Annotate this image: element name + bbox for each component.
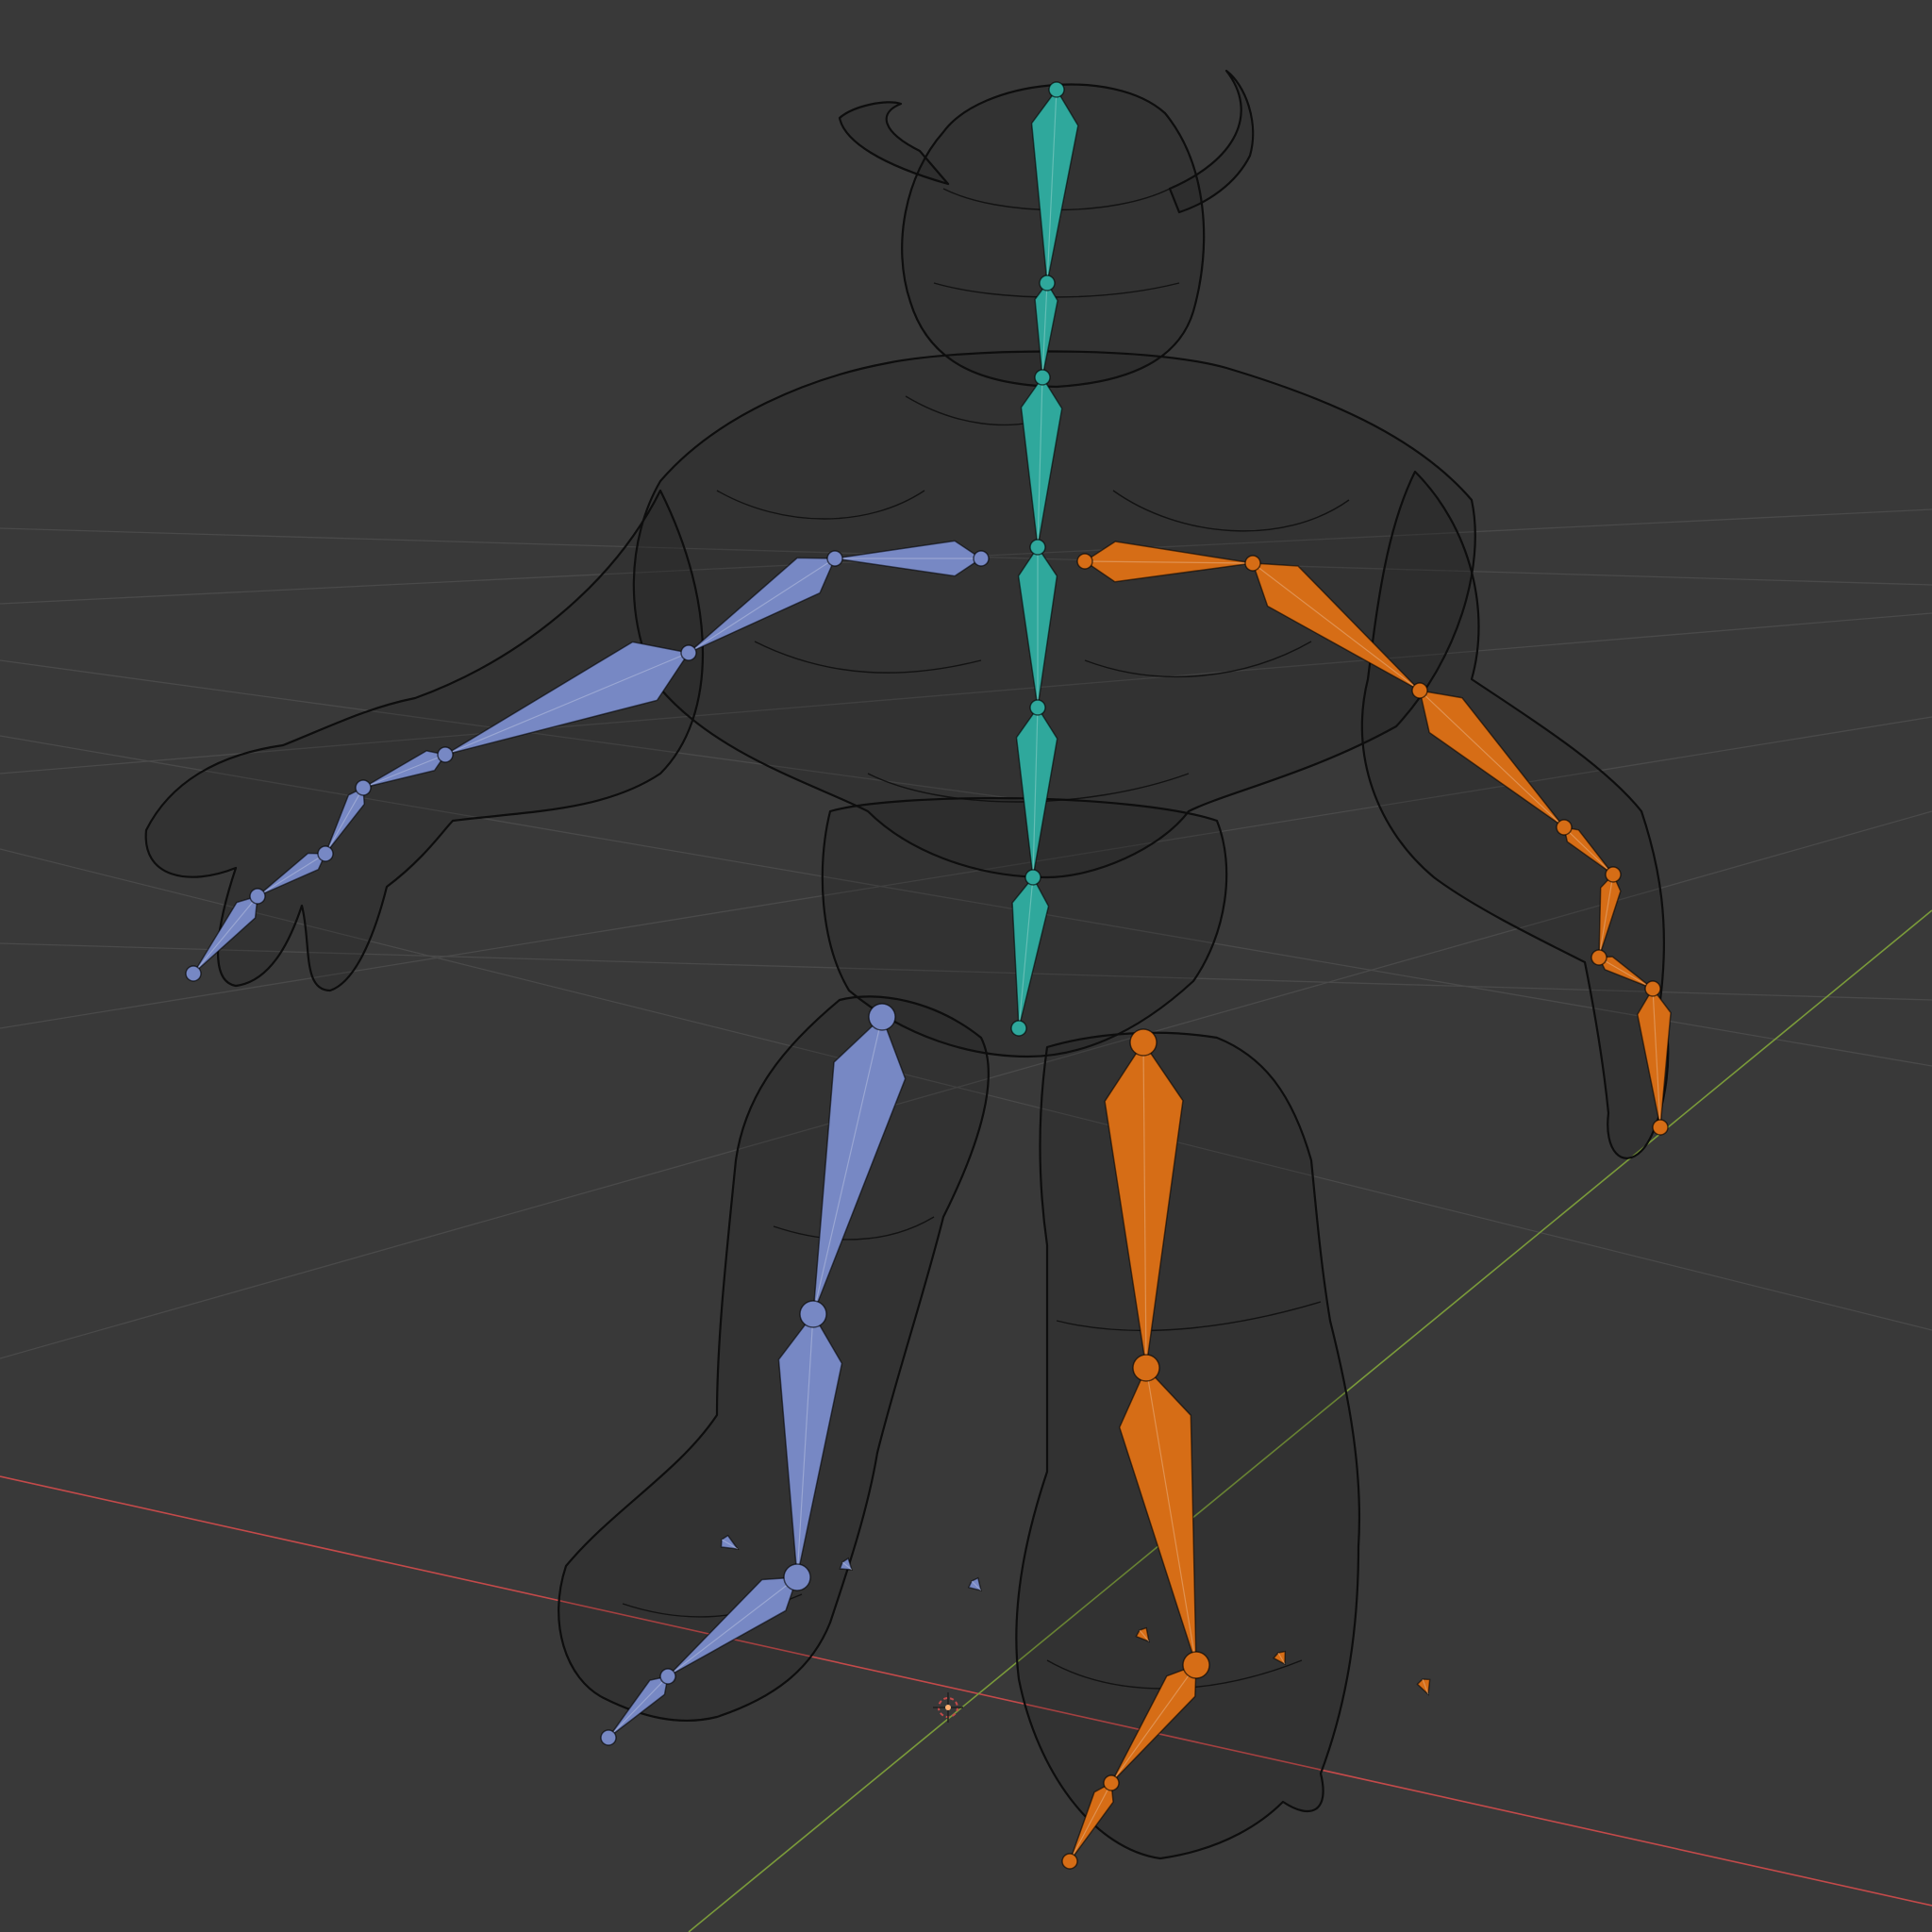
arm-left-joint-6[interactable]	[317, 845, 334, 862]
leg-right-joint-5[interactable]	[1061, 1853, 1078, 1870]
3d-viewport[interactable]	[0, 0, 1932, 1932]
arm-left-joint-2[interactable]	[826, 550, 843, 567]
arm-right-joint-8[interactable]	[1652, 1119, 1669, 1136]
viewport-canvas[interactable]	[0, 0, 1932, 1932]
arm-left-joint-4[interactable]	[437, 746, 454, 763]
leg-left-joint-5[interactable]	[600, 1729, 617, 1746]
leg-left-joint-4[interactable]	[659, 1668, 676, 1685]
arm-left-joint-3[interactable]	[680, 644, 697, 661]
leg-right-joint-1[interactable]	[1129, 1028, 1158, 1057]
arm-left-joint-8[interactable]	[185, 965, 202, 982]
leg-left-joint-1[interactable]	[868, 1003, 896, 1031]
spine-joint-1[interactable]	[1048, 81, 1065, 98]
arm-right-joint-4[interactable]	[1556, 819, 1573, 836]
spine-joint-3[interactable]	[1034, 369, 1051, 386]
3d-cursor-icon	[933, 1692, 963, 1723]
leg-right-joint-3[interactable]	[1182, 1651, 1210, 1679]
arm-right-joint-5[interactable]	[1605, 866, 1622, 883]
arm-right-joint-1[interactable]	[1076, 553, 1093, 570]
spine-joint-2[interactable]	[1039, 275, 1056, 291]
leg-left-joint-3[interactable]	[783, 1563, 811, 1591]
leg-right-joint-4[interactable]	[1103, 1774, 1120, 1791]
arm-left-joint-5[interactable]	[355, 779, 372, 796]
leg-left-joint-2[interactable]	[799, 1300, 827, 1328]
arm-left-joint-7[interactable]	[249, 888, 266, 905]
arm-right-joint-6[interactable]	[1591, 949, 1607, 966]
arm-left-joint-1[interactable]	[973, 550, 990, 567]
spine-joint-6[interactable]	[1024, 869, 1041, 886]
spine-joint-4[interactable]	[1029, 539, 1046, 556]
wireframe-mesh[interactable]	[144, 69, 1670, 1860]
x-axis-line	[0, 1475, 1932, 1907]
arm-right-joint-7[interactable]	[1644, 980, 1661, 997]
leg-right-joint-2[interactable]	[1132, 1354, 1160, 1382]
spine-joint-7[interactable]	[1010, 1020, 1027, 1037]
spine-joint-5[interactable]	[1029, 699, 1046, 716]
arm-right-joint-3[interactable]	[1411, 682, 1428, 699]
arm-right-joint-2[interactable]	[1244, 555, 1261, 572]
